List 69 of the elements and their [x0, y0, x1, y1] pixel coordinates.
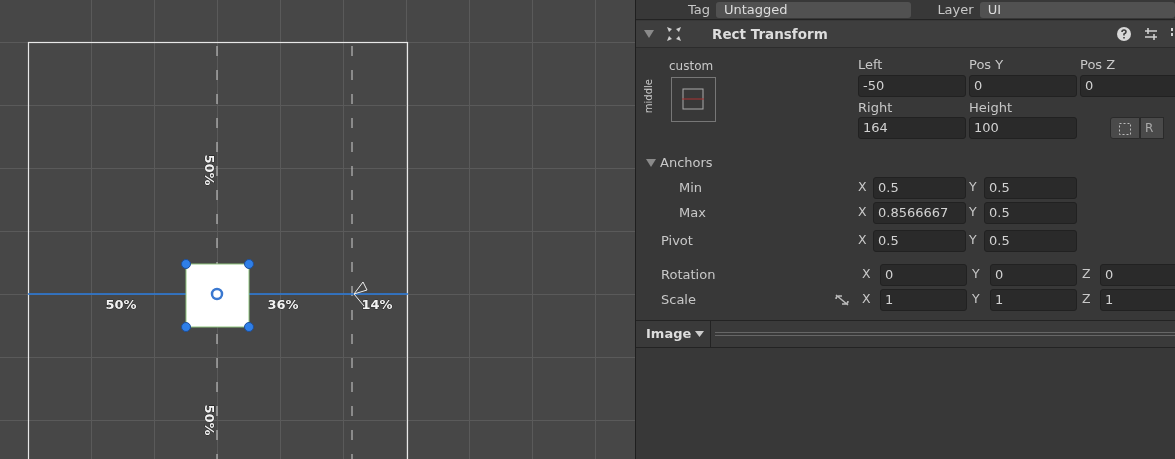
field-label: Right: [858, 98, 894, 117]
number-field[interactable]: 1: [880, 288, 967, 311]
foldout-arrow-icon[interactable]: [646, 159, 656, 167]
resize-handle: [244, 259, 254, 269]
field-label: Rotation: [661, 266, 716, 282]
foldout-arrow-icon[interactable]: [644, 30, 654, 38]
field-label: Min: [679, 179, 703, 195]
axis-label: X: [858, 178, 868, 197]
help-icon[interactable]: [1117, 27, 1131, 41]
axis-label: X: [862, 290, 872, 309]
sliders-icon[interactable]: [1144, 27, 1158, 41]
number-field[interactable]: 0: [880, 263, 967, 286]
raw-edit-button[interactable]: R: [1140, 117, 1164, 139]
number-field[interactable]: 164: [858, 117, 966, 139]
axis-label: Z: [1082, 290, 1092, 309]
field-label: Height: [969, 98, 1013, 117]
caret-icon: [695, 331, 705, 337]
resize-handle: [181, 259, 191, 269]
percent-label: 50%: [201, 154, 217, 186]
percent-label: 50%: [105, 296, 137, 312]
number-field[interactable]: 1: [990, 288, 1077, 311]
number-field[interactable]: 1: [1100, 288, 1175, 311]
dashed-square-icon: [1119, 122, 1131, 135]
field-label: Max: [679, 204, 706, 220]
layer-dropdown[interactable]: UI: [979, 1, 1175, 18]
anchor-preset-icon[interactable]: [671, 77, 716, 122]
percent-label: 36%: [267, 296, 299, 312]
resize-handle: [244, 322, 254, 332]
axis-label: Z: [1082, 265, 1092, 284]
field-label: Pos Y: [969, 56, 1005, 74]
ui-image: [185, 263, 250, 328]
axis-label: Y: [969, 231, 978, 250]
axis-label: X: [858, 203, 868, 222]
number-field[interactable]: 0.5: [873, 229, 966, 252]
axis-label: X: [858, 231, 868, 250]
tag-dropdown[interactable]: Untagged: [716, 1, 912, 18]
component-title: Rect Transform: [712, 24, 828, 44]
field-label: Pos Z: [1080, 56, 1117, 74]
number-field[interactable]: 0.5: [984, 201, 1077, 224]
field-label: Tag: [688, 0, 710, 19]
field-label: Scale: [661, 291, 696, 307]
axis-label: Y: [969, 203, 978, 222]
resize-handle: [181, 322, 191, 332]
number-field[interactable]: 0.5: [984, 176, 1077, 199]
number-field[interactable]: 0.5: [873, 176, 966, 199]
move-arrows-icon: [666, 26, 682, 42]
section-label[interactable]: Anchors: [660, 153, 713, 173]
field-label: Layer: [937, 0, 974, 19]
axis-label: Y: [972, 290, 981, 309]
number-field[interactable]: 0.5: [984, 229, 1077, 252]
axis-label: X: [862, 265, 872, 284]
preset-label: custom: [668, 58, 715, 75]
number-field[interactable]: -50: [858, 74, 966, 97]
axis-label: Y: [969, 178, 978, 197]
axis-label: Y: [972, 265, 981, 284]
number-field[interactable]: 0: [1080, 74, 1175, 97]
preset-side-label: middle: [644, 79, 654, 114]
field-label: Pivot: [661, 232, 693, 248]
number-field[interactable]: 0.8566667: [873, 201, 966, 224]
number-field[interactable]: 0: [990, 263, 1077, 286]
percent-label: 14%: [361, 296, 393, 312]
number-field[interactable]: 100: [969, 117, 1077, 139]
number-field[interactable]: 0: [969, 74, 1077, 97]
percent-label: 50%: [201, 404, 217, 436]
component-dropdown[interactable]: Image: [636, 321, 712, 347]
field-label: Left: [858, 56, 884, 74]
blueprint-mode-button[interactable]: [1110, 117, 1140, 139]
number-field[interactable]: 0: [1100, 263, 1175, 286]
pivot-icon: [210, 287, 224, 301]
